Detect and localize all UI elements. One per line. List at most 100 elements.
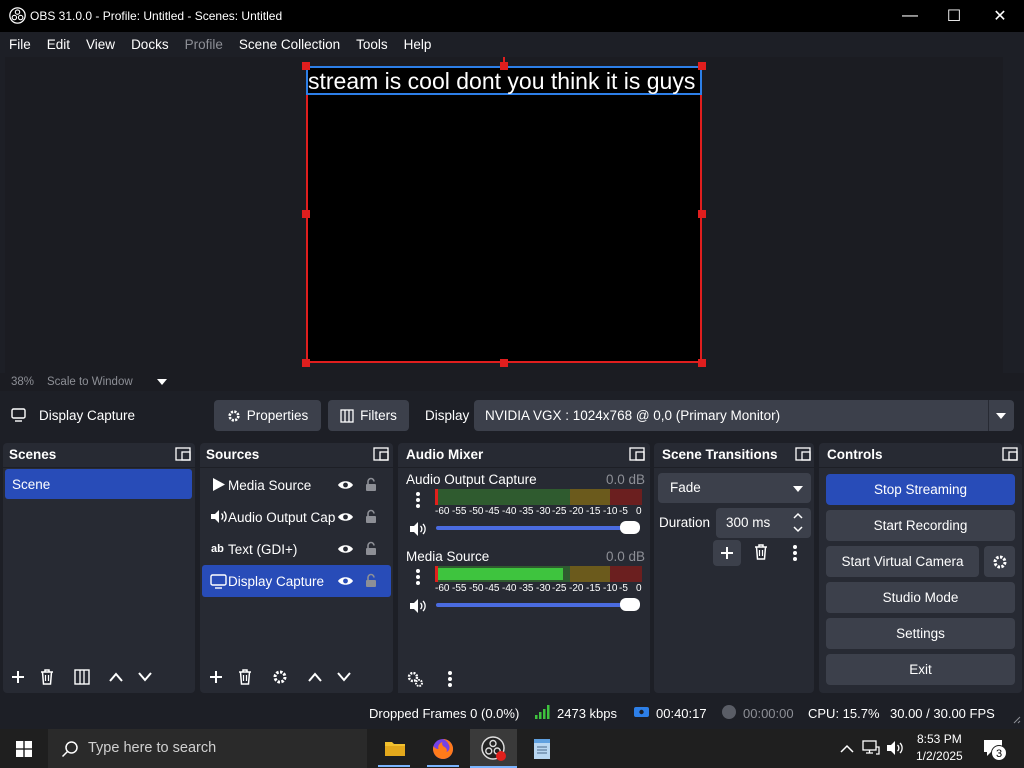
add-transition-button[interactable] — [713, 540, 741, 566]
more-vertical-icon[interactable] — [447, 670, 453, 688]
rotation-handle[interactable] — [503, 57, 505, 64]
lock-icon[interactable] — [365, 573, 377, 588]
taskbar-obs[interactable] — [470, 729, 517, 768]
chevron-up-icon[interactable] — [792, 511, 804, 520]
filters-button[interactable]: Filters — [328, 400, 409, 431]
source-item-text-gdi[interactable]: ab Text (GDI+) — [202, 534, 391, 564]
zoom-mode[interactable]: Scale to Window — [47, 376, 133, 388]
exit-button[interactable]: Exit — [826, 654, 1015, 685]
clock-time[interactable]: 8:53 PM — [917, 732, 962, 746]
meter-scale-label: -40 — [502, 583, 517, 594]
transition-select[interactable]: Fade — [658, 473, 811, 503]
chevron-down-icon[interactable] — [336, 671, 352, 683]
resize-handle[interactable] — [698, 62, 706, 70]
volume-icon[interactable] — [886, 740, 904, 756]
filter-icon — [340, 408, 354, 423]
chevron-up-icon[interactable] — [307, 671, 323, 683]
properties-button[interactable]: Properties — [214, 400, 321, 431]
window-title: OBS 31.0.0 - Profile: Untitled - Scenes:… — [30, 9, 283, 23]
eye-icon[interactable] — [337, 543, 354, 555]
more-vertical-icon[interactable] — [415, 491, 421, 509]
menu-tools[interactable]: Tools — [356, 37, 388, 52]
menu-profile[interactable]: Profile — [185, 37, 223, 52]
menu-view[interactable]: View — [86, 37, 115, 52]
lock-icon[interactable] — [365, 477, 377, 492]
source-item-display-capture[interactable]: Display Capture — [202, 565, 391, 597]
source-item-media-source[interactable]: Media Source — [202, 470, 391, 500]
resize-grip-icon[interactable] — [1011, 714, 1021, 724]
resize-handle[interactable] — [302, 359, 310, 367]
volume-slider[interactable] — [436, 603, 640, 607]
gear-icon[interactable] — [272, 669, 288, 685]
source-item-audio-output-capture[interactable]: Audio Output Cap — [202, 502, 391, 532]
speaker-icon[interactable] — [409, 598, 427, 614]
advanced-audio-gear-icon[interactable] — [406, 670, 424, 688]
trash-icon[interactable] — [753, 543, 769, 560]
meter-scale-label: -35 — [519, 583, 534, 594]
float-dock-icon[interactable] — [373, 447, 389, 461]
maximize-button[interactable]: ☐ — [931, 0, 977, 32]
network-icon[interactable] — [862, 740, 880, 756]
taskbar-file-explorer[interactable] — [372, 729, 416, 768]
float-dock-icon[interactable] — [629, 447, 645, 461]
close-button[interactable]: ✕ — [977, 0, 1023, 32]
more-vertical-icon[interactable] — [415, 568, 421, 586]
minimize-button[interactable]: — — [887, 0, 933, 32]
menu-file[interactable]: File — [9, 37, 31, 52]
taskbar-firefox[interactable] — [420, 729, 466, 768]
resize-handle[interactable] — [698, 359, 706, 367]
add-icon[interactable] — [10, 669, 26, 685]
chevron-up-icon[interactable] — [840, 744, 854, 753]
obs-logo-icon — [9, 7, 26, 24]
float-dock-icon[interactable] — [795, 447, 811, 461]
start-virtual-camera-button[interactable]: Start Virtual Camera — [826, 546, 979, 577]
display-select[interactable]: NVIDIA VGX : 1024x768 @ 0,0 (Primary Mon… — [474, 400, 1014, 431]
filter-icon[interactable] — [74, 669, 90, 685]
volume-slider-handle[interactable] — [620, 598, 640, 611]
resize-handle[interactable] — [500, 359, 508, 367]
eye-icon[interactable] — [337, 575, 354, 587]
resize-handle[interactable] — [698, 210, 706, 218]
display-capture-source[interactable] — [306, 66, 702, 363]
clock-date[interactable]: 1/2/2025 — [916, 749, 963, 763]
volume-slider-handle[interactable] — [620, 521, 640, 534]
meter-scale: -60 -55 -50 -45 -40 -35 -30 -25 -20 -15 -10 -5 0 — [435, 506, 642, 518]
lock-icon[interactable] — [365, 541, 377, 556]
studio-mode-button[interactable]: Studio Mode — [826, 582, 1015, 613]
settings-label: Settings — [896, 626, 945, 641]
eye-icon[interactable] — [337, 479, 354, 491]
menu-edit[interactable]: Edit — [47, 37, 70, 52]
eye-icon[interactable] — [337, 511, 354, 523]
notification-center-button[interactable]: 3 — [980, 736, 1008, 762]
menu-help[interactable]: Help — [404, 37, 432, 52]
resize-handle[interactable] — [302, 210, 310, 218]
text-source-overlay[interactable]: stream is cool dont you think it is guys — [306, 66, 702, 95]
settings-button[interactable]: Settings — [826, 618, 1015, 649]
add-icon[interactable] — [208, 669, 224, 685]
meter-scale-label: -15 — [586, 583, 601, 594]
trash-icon[interactable] — [237, 668, 253, 685]
chevron-down-icon[interactable] — [137, 671, 153, 683]
float-dock-icon[interactable] — [175, 447, 191, 461]
menu-scene-collection[interactable]: Scene Collection — [239, 37, 340, 52]
float-dock-icon[interactable] — [1002, 447, 1018, 461]
windows-start-icon[interactable] — [16, 741, 32, 757]
taskbar-search[interactable]: Type here to search — [48, 729, 367, 768]
taskbar-notepad[interactable] — [520, 729, 564, 768]
chevron-down-icon[interactable] — [156, 378, 168, 386]
stop-streaming-button[interactable]: Stop Streaming — [826, 474, 1015, 505]
lock-icon[interactable] — [365, 509, 377, 524]
start-recording-button[interactable]: Start Recording — [826, 510, 1015, 541]
scene-item[interactable]: Scene — [5, 469, 192, 499]
chevron-down-icon[interactable] — [792, 525, 804, 534]
resize-handle[interactable] — [302, 62, 310, 70]
trash-icon[interactable] — [39, 668, 55, 685]
speaker-icon[interactable] — [409, 521, 427, 537]
menu-docks[interactable]: Docks — [131, 37, 169, 52]
volume-slider[interactable] — [436, 526, 640, 530]
more-vertical-icon[interactable] — [792, 544, 798, 562]
duration-spinbox[interactable]: 300 ms — [716, 508, 811, 538]
obs-logo-icon — [481, 736, 506, 761]
virtual-camera-settings-button[interactable] — [984, 546, 1015, 577]
chevron-up-icon[interactable] — [108, 671, 124, 683]
